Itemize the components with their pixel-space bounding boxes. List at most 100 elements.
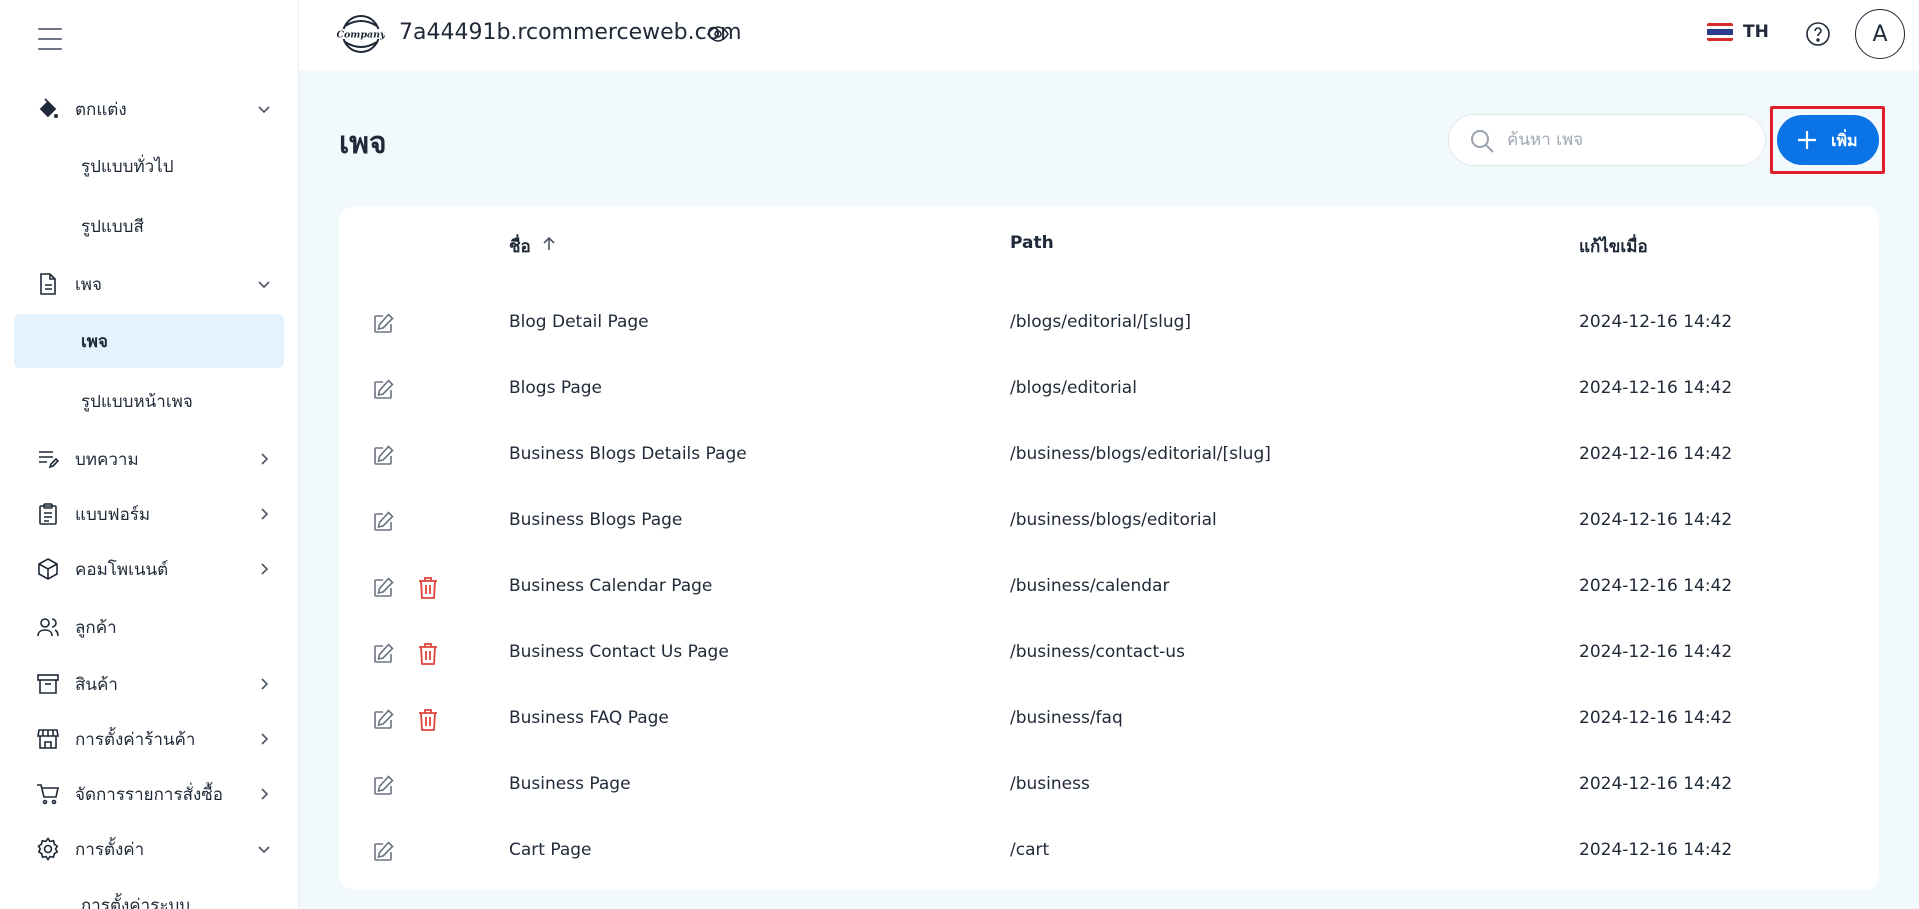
document-icon	[36, 272, 60, 296]
column-header-label: ชื่อ	[509, 237, 531, 257]
cell-name[interactable]: Business Contact Us Page	[509, 642, 729, 662]
edit-icon[interactable]	[371, 708, 395, 732]
column-header-label: Path	[1010, 233, 1054, 253]
cell-name[interactable]: Business Blogs Page	[509, 510, 682, 530]
table-header: ชื่อ Path แก้ไขเมื่อ	[339, 206, 1879, 284]
company-logo: Company	[336, 14, 387, 54]
edit-icon[interactable]	[371, 774, 395, 798]
cell-path: /business/contact-us	[1010, 642, 1185, 662]
edit-icon[interactable]	[371, 444, 395, 468]
edit-icon[interactable]	[371, 312, 395, 336]
sidebar-item-label: ลูกค้า	[75, 617, 117, 638]
chevron-right-icon	[256, 506, 272, 522]
sidebar-item-components[interactable]: คอมโพเนนต์	[14, 543, 284, 595]
cell-name[interactable]: Business Blogs Details Page	[509, 444, 747, 464]
add-button-label: เพิ่ม	[1831, 131, 1858, 150]
table-row: Cart Page/cart 2024-12-16 14:42	[339, 819, 1879, 885]
edit-icon[interactable]	[371, 642, 395, 666]
cell-name[interactable]: Business FAQ Page	[509, 708, 669, 728]
cell-name[interactable]: Business Calendar Page	[509, 576, 712, 596]
table-row: Business FAQ Page/business/faq 2024-12-16…	[339, 687, 1879, 753]
sidebar-item-label: สินค้า	[75, 674, 118, 695]
users-icon	[36, 615, 60, 639]
sidebar-item-label: บทความ	[75, 449, 139, 470]
sidebar-item-label: การตั้งค่า	[75, 839, 145, 860]
clipboard-icon	[36, 502, 60, 526]
sidebar-subitem-page-templates[interactable]: รูปแบบหน้าเพจ	[14, 374, 284, 428]
edit-icon[interactable]	[371, 576, 395, 600]
column-header-path: Path	[1010, 233, 1054, 253]
sidebar-subitem-general-style[interactable]: รูปแบบทั่วไป	[14, 139, 284, 193]
cell-path: /blogs/editorial	[1010, 378, 1137, 398]
sidebar-subitem-label: รูปแบบสี	[81, 216, 144, 237]
sidebar-item-customers[interactable]: ลูกค้า	[14, 601, 284, 653]
sidebar-subitem-color-style[interactable]: รูปแบบสี	[14, 199, 284, 253]
sidebar-subitem-label: เพจ	[81, 331, 108, 352]
help-icon[interactable]	[1805, 21, 1831, 47]
search-box	[1448, 114, 1766, 166]
eye-icon[interactable]	[707, 25, 729, 43]
sidebar-subitem-system-settings[interactable]: การตั้งค่าระบบ	[14, 878, 284, 909]
avatar[interactable]: A	[1855, 9, 1905, 59]
cell-name[interactable]: Business Page	[509, 774, 631, 794]
cell-modified: 2024-12-16 14:42	[1579, 708, 1733, 728]
trash-icon[interactable]	[416, 641, 440, 667]
column-header-name[interactable]: ชื่อ	[509, 233, 557, 260]
edit-icon[interactable]	[371, 510, 395, 534]
table-row: Blogs Page/blogs/editorial 2024-12-16 14:…	[339, 357, 1879, 423]
sidebar-item-label: จัดการรายการสั่งซื้อ	[75, 784, 224, 805]
chevron-down-icon	[256, 101, 272, 117]
column-header-modified: แก้ไขเมื่อ	[1579, 233, 1648, 260]
sidebar-subitem-label: การตั้งค่าระบบ	[81, 895, 191, 909]
sidebar-item-store-settings[interactable]: การตั้งค่าร้านค้า	[14, 713, 284, 765]
gear-icon	[36, 837, 60, 861]
chevron-right-icon	[256, 731, 272, 747]
language-switcher[interactable]: TH	[1707, 22, 1769, 42]
table-row: Business Blogs Details Page/business/blo…	[339, 423, 1879, 489]
table-row: Business Page/business 2024-12-16 14:42	[339, 753, 1879, 819]
cell-modified: 2024-12-16 14:42	[1579, 642, 1733, 662]
sidebar-item-orders[interactable]: จัดการรายการสั่งซื้อ	[14, 768, 284, 820]
sidebar-item-settings[interactable]: การตั้งค่า	[14, 823, 284, 875]
edit-icon[interactable]	[371, 378, 395, 402]
sidebar-item-forms[interactable]: แบบฟอร์ม	[14, 488, 284, 540]
sidebar-subitem-pages[interactable]: เพจ	[14, 314, 284, 368]
sidebar-item-decorate[interactable]: ตกแต่ง	[14, 83, 284, 135]
sidebar-item-pages[interactable]: เพจ	[14, 258, 284, 310]
cell-path: /business	[1010, 774, 1090, 794]
search-input[interactable]	[1507, 125, 1747, 155]
column-header-label: แก้ไขเมื่อ	[1579, 237, 1648, 257]
cell-name[interactable]: Blog Detail Page	[509, 312, 649, 332]
table-row: Business Contact Us Page/business/contac…	[339, 621, 1879, 687]
sidebar-item-articles[interactable]: บทความ	[14, 433, 284, 485]
cell-path: /business/faq	[1010, 708, 1123, 728]
cell-modified: 2024-12-16 14:42	[1579, 444, 1733, 464]
chevron-down-icon	[256, 276, 272, 292]
cell-path: /business/calendar	[1010, 576, 1170, 596]
menu-icon[interactable]	[38, 28, 62, 50]
trash-icon[interactable]	[416, 707, 440, 733]
page-title: เพจ	[339, 126, 387, 161]
table-row: Business Blogs Page/business/blogs/edito…	[339, 489, 1879, 555]
svg-text:Company: Company	[337, 30, 385, 41]
trash-icon[interactable]	[416, 575, 440, 601]
cell-path: /blogs/editorial/[slug]	[1010, 312, 1192, 332]
add-page-button[interactable]: เพิ่ม	[1777, 115, 1879, 165]
cell-modified: 2024-12-16 14:42	[1579, 774, 1733, 794]
box-icon	[36, 672, 60, 696]
sidebar-item-products[interactable]: สินค้า	[14, 658, 284, 710]
cell-name[interactable]: Cart Page	[509, 840, 592, 860]
plus-icon	[1795, 128, 1819, 152]
cell-path: /business/blogs/editorial	[1010, 510, 1217, 530]
edit-icon[interactable]	[371, 840, 395, 864]
cell-path: /cart	[1010, 840, 1050, 860]
cell-name[interactable]: Blogs Page	[509, 378, 602, 398]
topbar: Company 7a44491b.rcommerceweb.com TH A	[299, 0, 1919, 70]
cell-modified: 2024-12-16 14:42	[1579, 576, 1733, 596]
chevron-right-icon	[256, 561, 272, 577]
sidebar-item-label: การตั้งค่าร้านค้า	[75, 729, 196, 750]
chevron-right-icon	[256, 786, 272, 802]
sidebar-item-label: เพจ	[75, 274, 102, 295]
sort-ascending-icon	[541, 236, 557, 257]
sidebar-item-label: ตกแต่ง	[75, 99, 127, 120]
